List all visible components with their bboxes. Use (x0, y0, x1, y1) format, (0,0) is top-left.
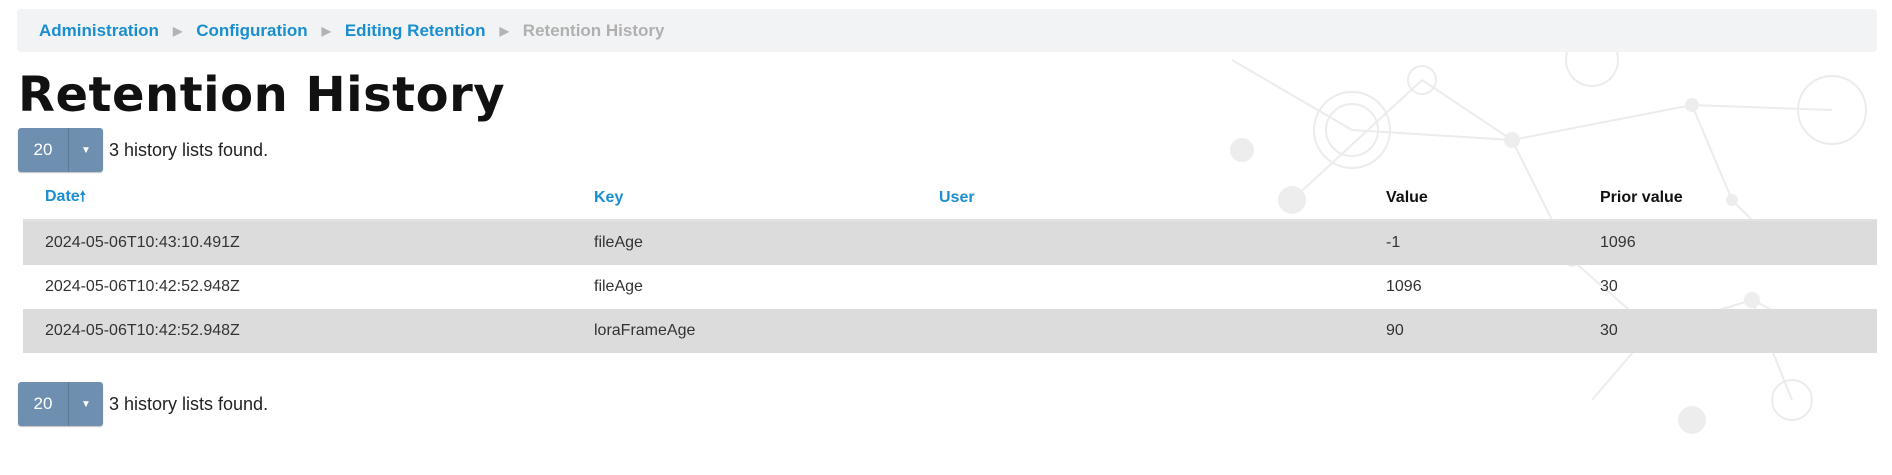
results-count: 3 history lists found. (109, 139, 269, 160)
triangle-right-icon: ▶ (321, 23, 331, 38)
caret-down-icon[interactable]: ▼ (68, 382, 103, 426)
pager-bottom: 20 ▼ 3 history lists found. (18, 382, 268, 426)
cell-date: 2024-05-06T10:42:52.948Z (45, 278, 240, 295)
page-size-value[interactable]: 20 (18, 382, 68, 426)
table-row: 2024-05-06T10:43:10.491Z fileAge -1 1096 (23, 221, 1877, 265)
column-header-value: Value (1386, 188, 1428, 206)
triangle-right-icon: ▶ (499, 23, 509, 38)
column-header-key[interactable]: Key (572, 189, 917, 207)
page-title: Retention History (18, 67, 506, 123)
results-count: 3 history lists found. (109, 393, 269, 414)
column-header-date[interactable]: Date🠕 (23, 186, 572, 210)
page-size-dropdown[interactable]: 20 ▼ (18, 382, 103, 426)
table-row: 2024-05-06T10:42:52.948Z fileAge 1096 30 (23, 265, 1877, 309)
cell-value: 90 (1386, 322, 1404, 339)
column-header-user[interactable]: User (917, 189, 1364, 207)
cell-prior-value: 30 (1600, 278, 1618, 295)
column-header-prior-value: Prior value (1600, 188, 1683, 206)
breadcrumb-configuration-link[interactable]: Configuration (196, 21, 307, 41)
breadcrumb-editing-retention-link[interactable]: Editing Retention (345, 21, 486, 41)
pager-top: 20 ▼ 3 history lists found. (18, 128, 268, 172)
table-header: Date🠕 Key User Value Prior value (23, 176, 1877, 221)
cell-date: 2024-05-06T10:43:10.491Z (45, 234, 240, 251)
cell-date: 2024-05-06T10:42:52.948Z (45, 322, 240, 339)
cell-key: fileAge (594, 234, 643, 251)
table-row: 2024-05-06T10:42:52.948Z loraFrameAge 90… (23, 309, 1877, 353)
page-size-value[interactable]: 20 (18, 128, 68, 172)
cell-key: fileAge (594, 278, 643, 295)
breadcrumb-current: Retention History (522, 20, 665, 40)
breadcrumb: Administration ▶ Configuration ▶ Editing… (17, 9, 1877, 52)
cell-prior-value: 1096 (1600, 234, 1636, 251)
cell-value: -1 (1386, 234, 1401, 251)
page-size-dropdown[interactable]: 20 ▼ (18, 128, 103, 172)
cell-prior-value: 30 (1600, 322, 1618, 339)
triangle-right-icon: ▶ (172, 23, 183, 38)
cell-key: loraFrameAge (594, 322, 696, 339)
arrow-up-icon: 🠕 (79, 187, 86, 204)
column-header-date-label: Date (45, 187, 80, 205)
breadcrumb-administration-link[interactable]: Administration (39, 21, 159, 41)
cell-value: 1096 (1386, 278, 1422, 295)
history-table: Date🠕 Key User Value Prior value 2024-05… (23, 176, 1877, 353)
caret-down-icon[interactable]: ▼ (68, 128, 103, 172)
